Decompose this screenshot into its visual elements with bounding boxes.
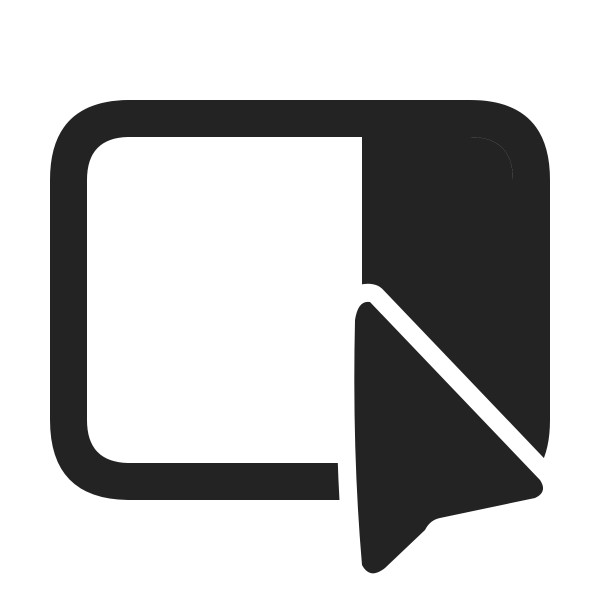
window-pointer-icon — [50, 100, 550, 574]
icon-canvas — [0, 0, 600, 600]
